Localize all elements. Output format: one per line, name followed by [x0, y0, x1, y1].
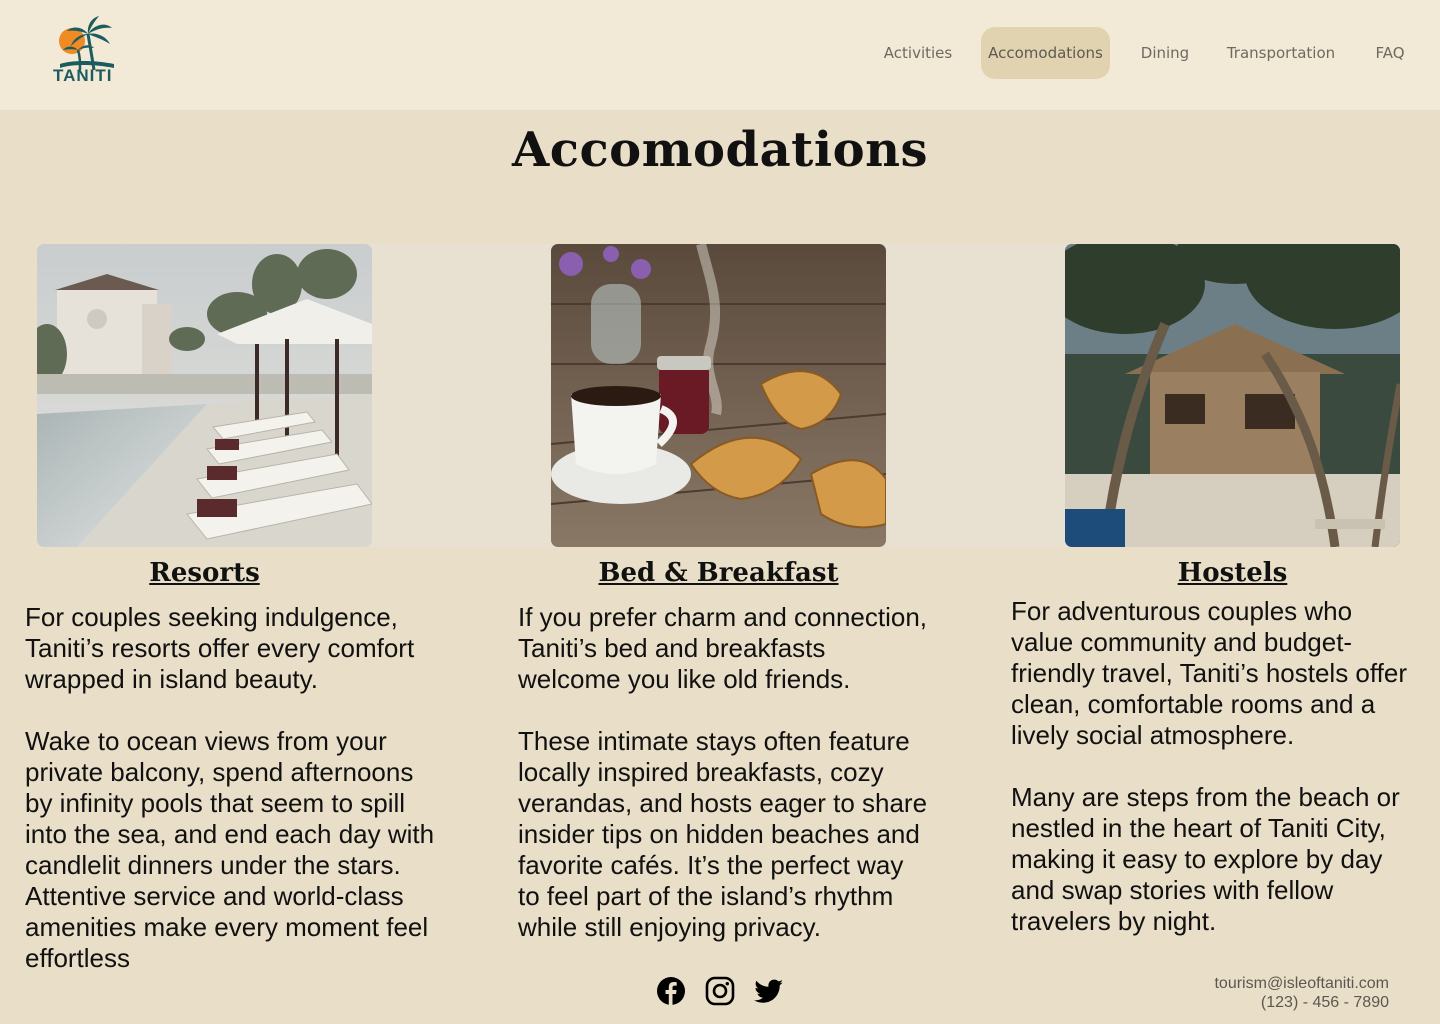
site-header: TANITI Activities Accomodations Dining T… — [0, 0, 1440, 110]
hostel-photo — [1065, 244, 1400, 547]
nav-item-activities[interactable]: Activities — [878, 27, 958, 79]
instagram-icon[interactable] — [705, 976, 737, 1008]
card-paragraph: For adventurous couples who value commun… — [1011, 596, 1407, 750]
card-text-hostels: For adventurous couples who value commun… — [1011, 596, 1421, 937]
nav-item-faq[interactable]: FAQ — [1366, 27, 1414, 79]
card-title-resorts[interactable]: Resorts — [37, 558, 372, 588]
nav-item-dining[interactable]: Dining — [1134, 27, 1196, 79]
twitter-icon[interactable] — [753, 976, 785, 1008]
card-paragraph: Many are steps from the beach or nestled… — [1011, 782, 1400, 936]
resort-photo — [37, 244, 372, 547]
card-paragraph: Wake to ocean views from your private ba… — [25, 726, 435, 973]
card-title-bed-and-breakfast[interactable]: Bed & Breakfast — [551, 558, 886, 588]
card-paragraph: For couples seeking indulgence, Taniti’s… — [25, 602, 415, 694]
card-paragraph: These intimate stays often feature local… — [518, 726, 928, 942]
page-title: Accomodations — [511, 122, 929, 178]
main-nav: Activities Accomodations Dining Transpor… — [0, 27, 1440, 79]
nav-item-accomodations[interactable]: Accomodations — [981, 27, 1110, 79]
contact-phone: (123) - 456 - 7890 — [1260, 994, 1389, 1011]
facebook-icon[interactable] — [656, 976, 688, 1008]
contact-email[interactable]: tourism@isleoftaniti.com — [1089, 975, 1389, 993]
bed-and-breakfast-photo — [551, 244, 886, 547]
card-text-resorts: For couples seeking indulgence, Taniti’s… — [25, 602, 435, 974]
nav-item-transportation[interactable]: Transportation — [1222, 27, 1340, 79]
card-text-bed-and-breakfast: If you prefer charm and connection, Tani… — [518, 602, 928, 943]
card-title-hostels[interactable]: Hostels — [1065, 558, 1400, 588]
card-paragraph: If you prefer charm and connection, Tani… — [518, 602, 928, 694]
